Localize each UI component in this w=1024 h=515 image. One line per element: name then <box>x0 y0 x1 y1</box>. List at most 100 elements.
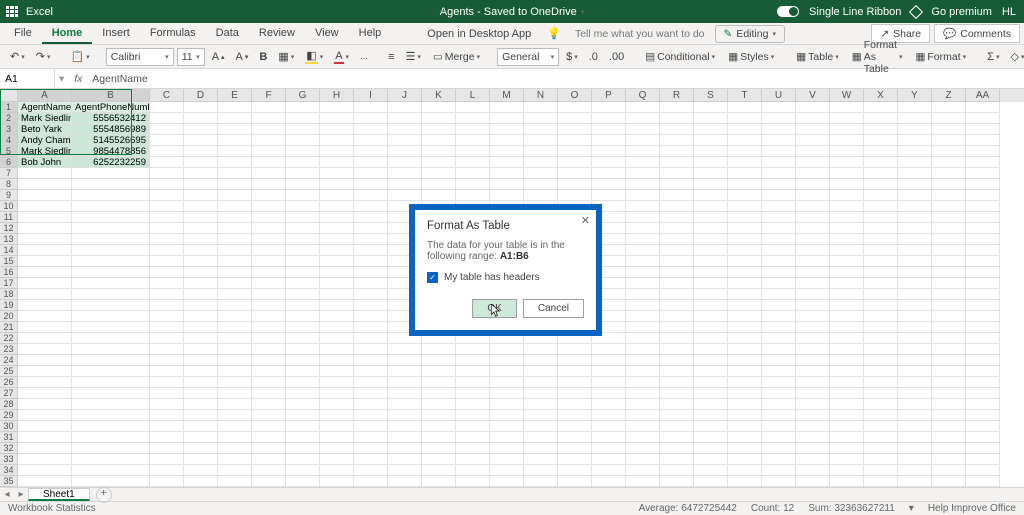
cell[interactable] <box>558 102 592 113</box>
cell[interactable] <box>966 454 1000 465</box>
cell[interactable] <box>592 421 626 432</box>
cell[interactable] <box>218 157 252 168</box>
cell[interactable] <box>898 190 932 201</box>
align-left-button[interactable]: ≡ <box>384 49 398 65</box>
cell[interactable] <box>252 102 286 113</box>
cell[interactable] <box>694 366 728 377</box>
cell[interactable] <box>354 344 388 355</box>
cell[interactable] <box>660 344 694 355</box>
cell[interactable] <box>626 256 660 267</box>
column-header[interactable]: T <box>728 89 762 102</box>
cell[interactable] <box>18 410 72 421</box>
cell[interactable] <box>932 311 966 322</box>
chevron-down-icon[interactable]: ▾ <box>581 8 585 16</box>
cell[interactable] <box>796 157 830 168</box>
cell[interactable] <box>898 421 932 432</box>
cell[interactable] <box>966 168 1000 179</box>
cell[interactable] <box>796 344 830 355</box>
cell[interactable] <box>728 355 762 366</box>
cell[interactable] <box>830 267 864 278</box>
cell[interactable] <box>660 333 694 344</box>
row-header[interactable]: 7 <box>0 168 18 179</box>
column-header[interactable]: L <box>456 89 490 102</box>
menu-view[interactable]: View <box>305 24 349 44</box>
font-name-select[interactable]: Calibri▾ <box>106 48 174 66</box>
cell[interactable] <box>320 102 354 113</box>
conditional-formatting-button[interactable]: ▤ Conditional▾ <box>640 49 720 65</box>
cell[interactable] <box>592 179 626 190</box>
column-header[interactable]: E <box>218 89 252 102</box>
cell[interactable] <box>354 146 388 157</box>
cell[interactable] <box>490 377 524 388</box>
cell[interactable] <box>626 190 660 201</box>
cell[interactable] <box>252 399 286 410</box>
dialog-close-button[interactable]: ✕ <box>581 214 590 227</box>
cell[interactable] <box>694 102 728 113</box>
cell[interactable] <box>184 267 218 278</box>
cell[interactable] <box>218 322 252 333</box>
cell[interactable] <box>660 234 694 245</box>
cell[interactable] <box>898 377 932 388</box>
cell[interactable] <box>320 212 354 223</box>
cell[interactable] <box>966 212 1000 223</box>
cell[interactable] <box>286 377 320 388</box>
cell[interactable] <box>286 421 320 432</box>
cell[interactable] <box>286 190 320 201</box>
cell[interactable] <box>524 179 558 190</box>
cell[interactable] <box>456 410 490 421</box>
cell[interactable] <box>286 366 320 377</box>
cell[interactable] <box>388 399 422 410</box>
cell[interactable] <box>184 212 218 223</box>
row-header[interactable]: 16 <box>0 267 18 278</box>
cell[interactable] <box>150 267 184 278</box>
format-as-table-button[interactable]: ▦ Format As Table▾ <box>847 37 908 77</box>
cell[interactable] <box>898 355 932 366</box>
cell[interactable] <box>320 454 354 465</box>
column-header[interactable]: F <box>252 89 286 102</box>
cell[interactable] <box>286 443 320 454</box>
cell[interactable] <box>184 465 218 476</box>
cell[interactable] <box>72 267 150 278</box>
cell[interactable] <box>456 190 490 201</box>
cell[interactable] <box>388 157 422 168</box>
cell[interactable] <box>796 102 830 113</box>
cell[interactable]: Mark Siedling <box>18 146 72 157</box>
cell[interactable] <box>932 234 966 245</box>
cell[interactable] <box>218 234 252 245</box>
column-header[interactable]: AA <box>966 89 1000 102</box>
cell[interactable] <box>830 366 864 377</box>
row-header[interactable]: 5 <box>0 146 18 157</box>
row-header[interactable]: 15 <box>0 256 18 267</box>
cell[interactable] <box>592 454 626 465</box>
cell[interactable] <box>286 135 320 146</box>
cell[interactable] <box>592 190 626 201</box>
cell[interactable] <box>626 102 660 113</box>
cell[interactable] <box>18 223 72 234</box>
cell[interactable] <box>422 157 456 168</box>
cell[interactable] <box>286 157 320 168</box>
cell[interactable] <box>762 135 796 146</box>
cancel-button[interactable]: Cancel <box>523 299 584 318</box>
cell[interactable] <box>966 102 1000 113</box>
cell[interactable] <box>762 289 796 300</box>
cell[interactable] <box>694 278 728 289</box>
cell[interactable] <box>932 212 966 223</box>
cell[interactable] <box>932 289 966 300</box>
cell[interactable] <box>728 377 762 388</box>
cell[interactable] <box>796 256 830 267</box>
cell[interactable] <box>218 113 252 124</box>
cell[interactable] <box>320 322 354 333</box>
cell[interactable] <box>286 245 320 256</box>
cell[interactable] <box>626 454 660 465</box>
cell[interactable] <box>490 388 524 399</box>
row-header[interactable]: 34 <box>0 465 18 476</box>
cell[interactable] <box>184 124 218 135</box>
cell[interactable] <box>932 190 966 201</box>
cell[interactable] <box>762 454 796 465</box>
cell[interactable] <box>422 476 456 487</box>
cell[interactable] <box>218 476 252 487</box>
cell[interactable] <box>728 256 762 267</box>
cell[interactable] <box>388 421 422 432</box>
cell[interactable] <box>320 124 354 135</box>
cell[interactable] <box>422 443 456 454</box>
